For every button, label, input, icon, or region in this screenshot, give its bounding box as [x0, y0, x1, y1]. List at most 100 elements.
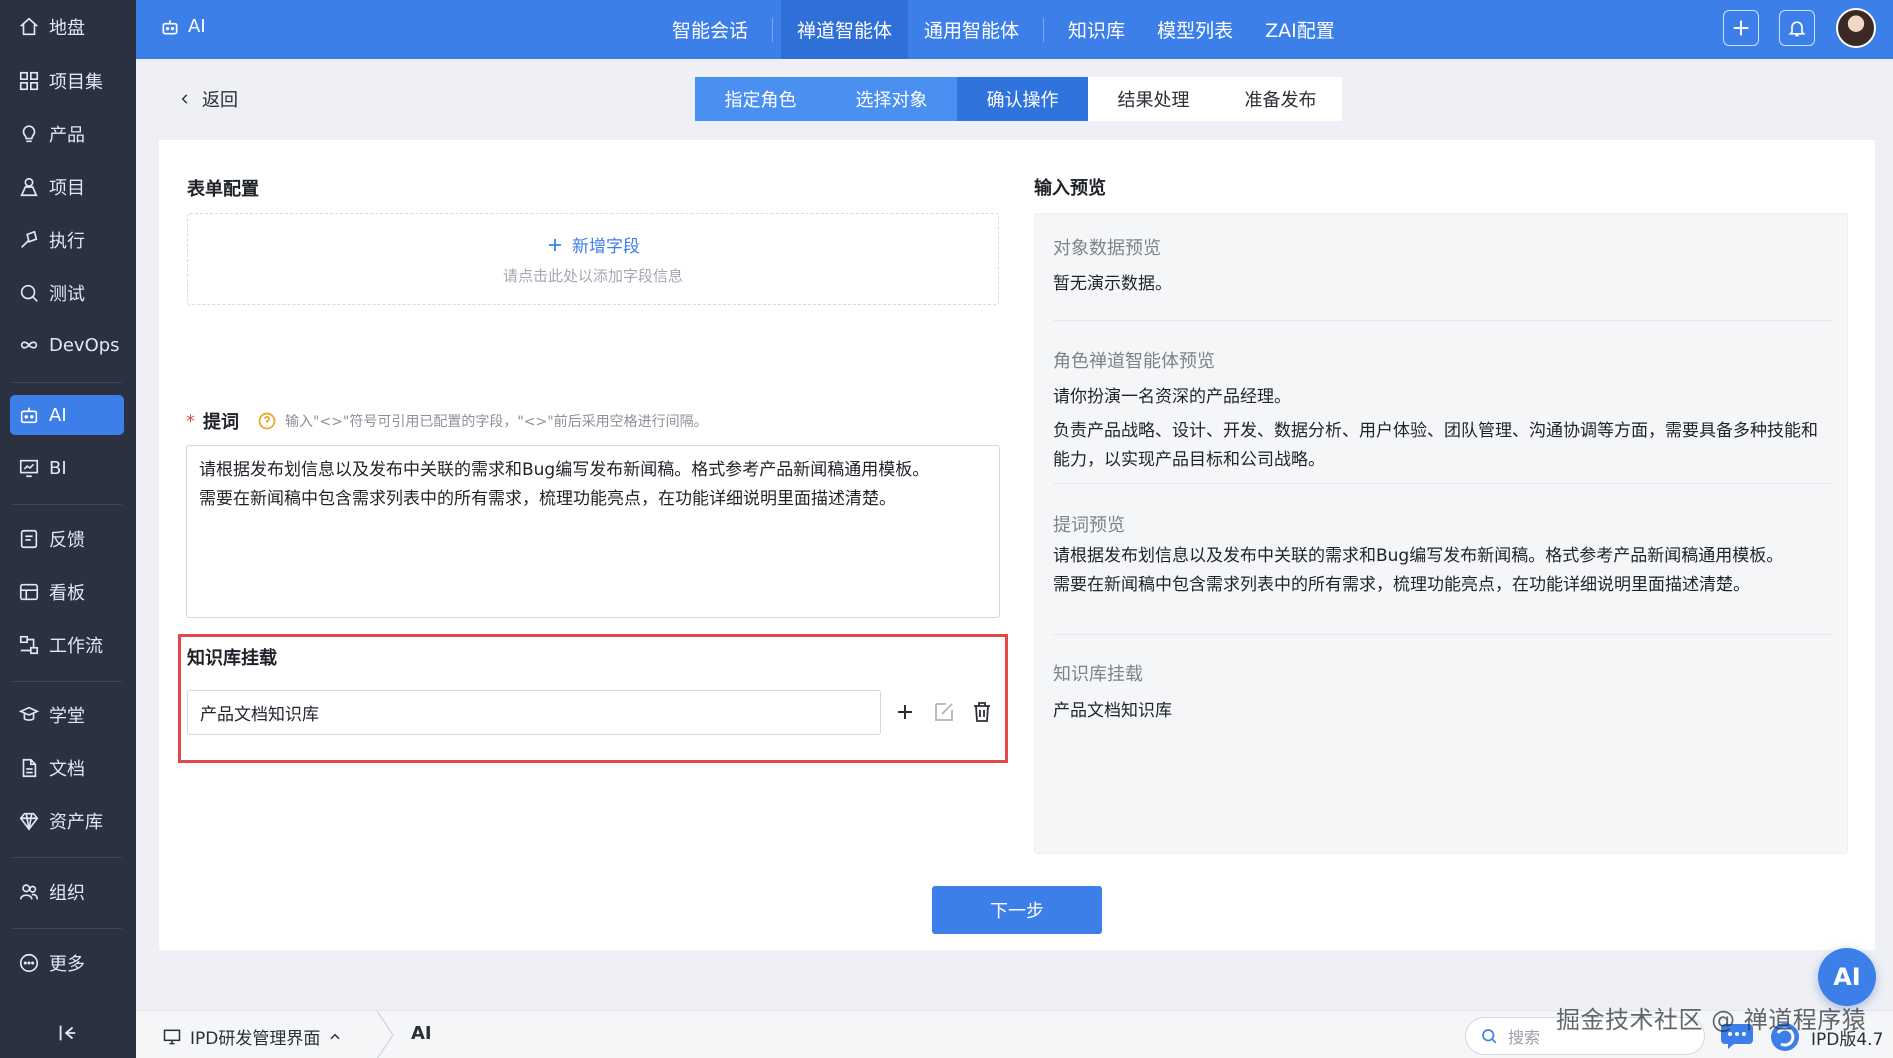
more-icon — [19, 953, 39, 973]
plus-icon — [549, 238, 561, 251]
run-icon — [21, 230, 38, 248]
workspace-label: IPD研发管理界面 — [190, 1029, 321, 1049]
sidebar-item-assets[interactable]: 资产库 — [10, 801, 124, 841]
preview-divider — [1053, 634, 1833, 635]
object-preview-title: 对象数据预览 — [1053, 238, 1161, 259]
grid-icon — [19, 71, 39, 91]
chevron-up-icon — [330, 1033, 340, 1039]
nav-zentao-agent[interactable]: 禅道智能体 — [781, 0, 909, 59]
step-label: 选择对象 — [855, 90, 928, 111]
sidebar-item-label: 更多 — [49, 954, 85, 975]
preview-title: 输入预览 — [1034, 178, 1106, 199]
form-config-title: 表单配置 — [187, 179, 259, 200]
kb-title: 知识库挂载 — [187, 648, 277, 669]
role-preview-title: 角色禅道智能体预览 — [1053, 351, 1215, 372]
document-icon — [22, 758, 37, 778]
prompt-label: 提词 — [203, 412, 239, 433]
sidebar-item-label: 测试 — [49, 284, 85, 305]
step-assign-role[interactable]: 指定角色 — [695, 77, 826, 121]
preview-divider — [1053, 320, 1833, 321]
people-icon — [19, 884, 39, 900]
kb-select[interactable]: 产品文档知识库 — [187, 690, 881, 735]
add-field-button[interactable]: 新增字段 — [188, 232, 998, 257]
sidebar-item-feedback[interactable]: 反馈 — [10, 519, 124, 559]
sidebar-item-more[interactable]: 更多 — [10, 943, 124, 983]
sidebar-item-devops[interactable]: DevOps — [10, 325, 124, 365]
sidebar-item-document[interactable]: 文档 — [10, 748, 124, 788]
sidebar-item-label: 文档 — [49, 759, 85, 780]
preview-divider — [1053, 483, 1833, 484]
sidebar-item-kanban[interactable]: 看板 — [10, 572, 124, 612]
step-prepare-release[interactable]: 准备发布 — [1219, 77, 1342, 121]
nav-general-agent[interactable]: 通用智能体 — [908, 0, 1035, 59]
collapse-sidebar-icon[interactable] — [56, 1022, 78, 1044]
monitor-icon — [163, 1029, 181, 1044]
sidebar-divider — [12, 504, 122, 505]
help-icon[interactable] — [257, 411, 277, 431]
person-icon — [20, 177, 38, 197]
edit-icon[interactable] — [932, 700, 956, 724]
role-preview-line: 请你扮演一名资深的产品经理。 — [1053, 387, 1291, 407]
sidebar-item-label: 看板 — [49, 583, 85, 604]
watermark: 掘金技术社区 @ 禅道程序猿 — [1556, 1006, 1867, 1034]
add-field-area[interactable]: 新增字段 请点击此处以添加字段信息 — [187, 213, 999, 305]
sidebar-item-organization[interactable]: 组织 — [10, 872, 124, 912]
prompt-textarea[interactable]: 请根据发布划信息以及发布中关联的需求和Bug编写发布新闻稿。格式参考产品新闻稿通… — [186, 445, 1000, 618]
feedback-icon — [20, 529, 38, 549]
prompt-line: 需要在新闻稿中包含需求列表中的所有需求，梳理功能亮点，在功能详细说明里面描述清楚… — [199, 489, 896, 509]
next-step-button[interactable]: 下一步 — [932, 886, 1102, 934]
prompt-label-row: * 提词 输入"<>"符号可引用已配置的字段，"<>"前后采用空格进行间隔。 — [186, 408, 708, 434]
app-switcher[interactable]: AI — [160, 16, 206, 37]
sidebar-item-label: 工作流 — [49, 636, 103, 657]
sidebar-item-dashboard[interactable]: 地盘 — [10, 7, 124, 47]
notification-button[interactable] — [1779, 10, 1815, 46]
sidebar-item-program[interactable]: 项目集 — [10, 61, 124, 101]
ai-assistant-button[interactable]: AI — [1818, 948, 1876, 1006]
nav-knowledge-base[interactable]: 知识库 — [1052, 0, 1141, 59]
sidebar-item-test[interactable]: 测试 — [10, 273, 124, 313]
step-label: 准备发布 — [1244, 90, 1317, 111]
sidebar-item-label: 组织 — [49, 883, 85, 904]
sidebar-item-label: 执行 — [49, 231, 85, 252]
prompt-line: 请根据发布划信息以及发布中关联的需求和Bug编写发布新闻稿。格式参考产品新闻稿通… — [199, 460, 930, 480]
sidebar-divider — [12, 928, 122, 929]
chevron-left-icon — [181, 94, 188, 104]
breadcrumb-separator — [376, 1011, 394, 1058]
nav-zai-config[interactable]: ZAI配置 — [1249, 0, 1351, 59]
sidebar-item-product[interactable]: 产品 — [10, 114, 124, 154]
footer-app-label[interactable]: AI — [411, 1023, 432, 1044]
step-select-object[interactable]: 选择对象 — [826, 77, 957, 121]
main-nav: 智能会话 禅道智能体 通用智能体 知识库 模型列表 ZAI配置 — [656, 0, 1351, 59]
plus-icon — [1733, 20, 1749, 36]
back-label: 返回 — [202, 90, 238, 111]
sidebar-item-learn[interactable]: 学堂 — [10, 695, 124, 735]
nav-divider — [1043, 17, 1045, 42]
prompt-hint: 输入"<>"符号可引用已配置的字段，"<>"前后采用空格进行间隔。 — [285, 414, 708, 430]
kb-preview-title: 知识库挂载 — [1053, 664, 1143, 685]
create-button[interactable] — [1723, 10, 1759, 46]
sidebar-item-bi[interactable]: BI — [10, 448, 124, 488]
kb-value: 产品文档知识库 — [200, 705, 319, 725]
step-result-handling[interactable]: 结果处理 — [1088, 77, 1219, 121]
avatar[interactable] — [1836, 8, 1876, 48]
sidebar-item-label: 地盘 — [49, 18, 85, 39]
nav-chat[interactable]: 智能会话 — [656, 0, 764, 59]
sidebar-item-label: BI — [49, 457, 67, 479]
nav-model-list[interactable]: 模型列表 — [1141, 0, 1249, 59]
sidebar-item-execution[interactable]: 执行 — [10, 220, 124, 260]
back-link[interactable]: 返回 — [178, 86, 238, 112]
sidebar-item-label: 项目集 — [49, 72, 103, 93]
workspace-switcher[interactable]: IPD研发管理界面 — [162, 1024, 342, 1049]
search-placeholder: 搜索 — [1508, 1028, 1541, 1047]
step-progress: 指定角色 选择对象 确认操作 结果处理 准备发布 — [695, 77, 1342, 121]
sidebar: 地盘 项目集 产品 项目 执行 测试 DevOps AI BI 反馈 看板 工作… — [0, 0, 136, 1058]
add-kb-icon[interactable] — [893, 700, 917, 724]
step-confirm-operation[interactable]: 确认操作 — [957, 77, 1088, 121]
sidebar-item-ai[interactable]: AI — [10, 395, 124, 435]
top-bar: AI 智能会话 禅道智能体 通用智能体 知识库 模型列表 ZAI配置 — [136, 0, 1893, 59]
trash-icon[interactable] — [970, 700, 994, 724]
sidebar-item-label: 项目 — [49, 178, 85, 199]
sidebar-item-workflow[interactable]: 工作流 — [10, 625, 124, 665]
sidebar-item-project[interactable]: 项目 — [10, 167, 124, 207]
input-preview: 对象数据预览 暂无演示数据。 角色禅道智能体预览 请你扮演一名资深的产品经理。 … — [1034, 213, 1848, 854]
